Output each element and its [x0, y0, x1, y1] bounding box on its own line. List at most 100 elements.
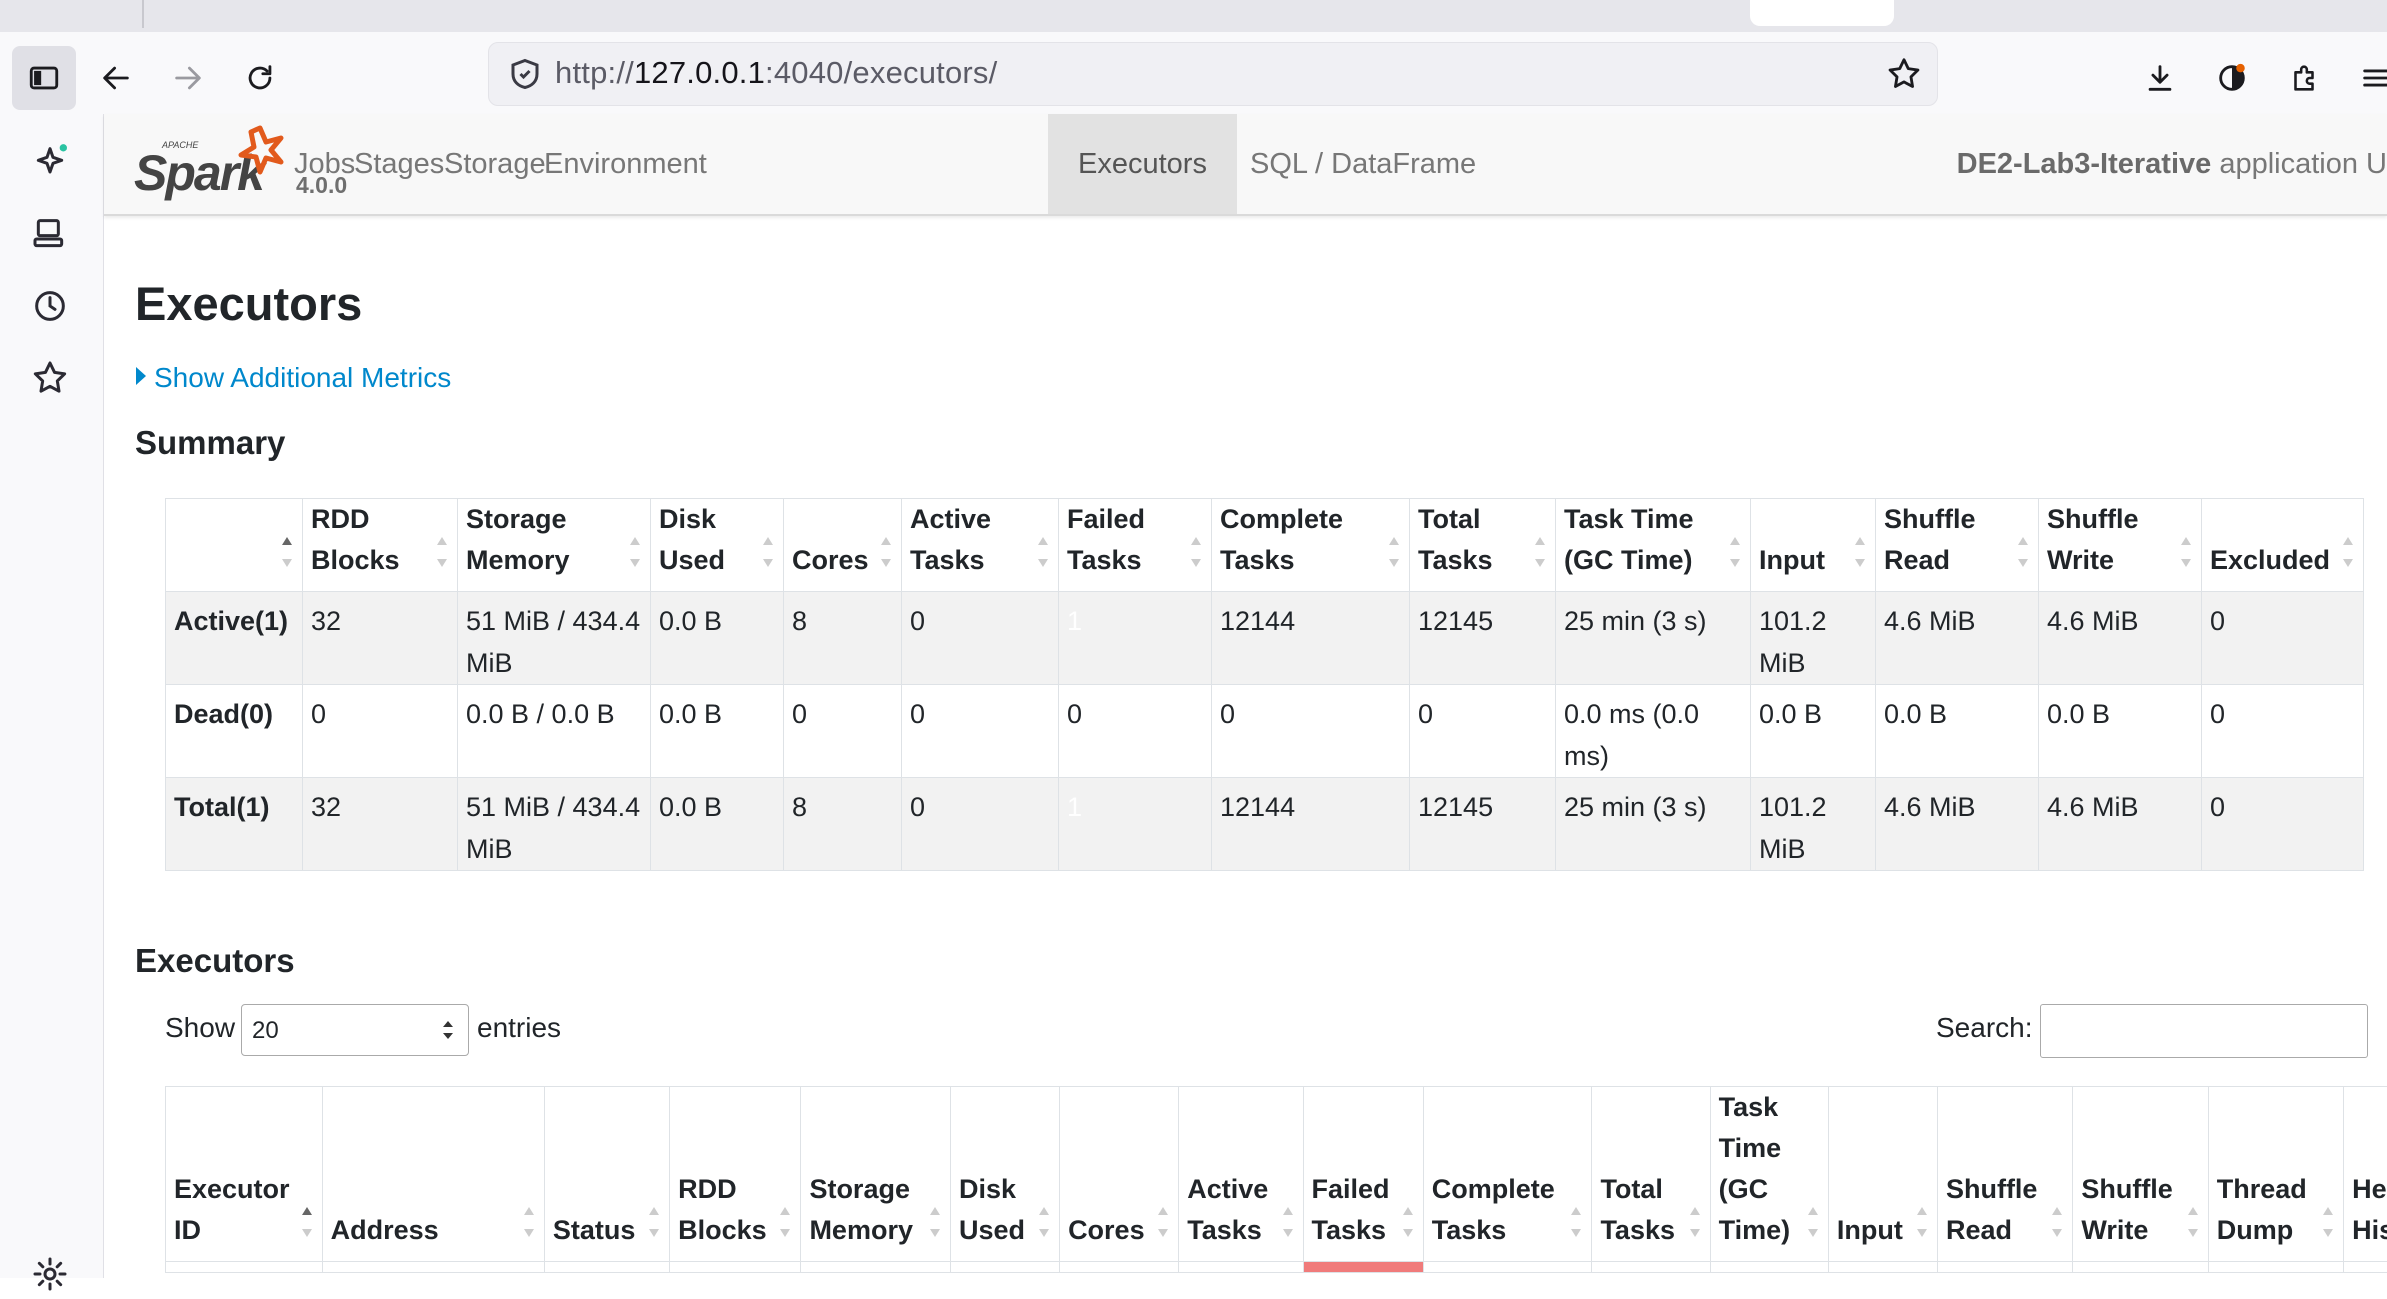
url-bar[interactable]: http://127.0.0.1:4040/executors/ [488, 42, 1938, 106]
summary-cell-shuffle-write: 4.6 MiB [2038, 591, 2202, 685]
sort-arrows-icon [1855, 537, 1865, 567]
executors-header-complete-tasks[interactable]: Complete Tasks [1422, 1086, 1593, 1262]
summary-cell-shuffle-write: 4.6 MiB [2038, 777, 2202, 871]
entries-per-page-select[interactable]: 20 [241, 1004, 469, 1056]
summary-cell-failed-tasks: 1 [1058, 777, 1212, 871]
active-browser-tab[interactable] [1750, 0, 1894, 26]
executors-header-status[interactable]: Status [543, 1086, 671, 1262]
app-name: DE2-Lab3-Iterative [1956, 148, 2212, 180]
summary-header-total-tasks[interactable]: Total Tasks [1409, 498, 1556, 592]
executors-header-executor-id[interactable]: Executor ID [165, 1086, 323, 1262]
executors-header-shuffle-read[interactable]: Shuffle Read [1936, 1086, 2074, 1262]
executors-header-task-time-gc-time[interactable]: Task Time (GC Time) [1709, 1086, 1829, 1262]
sort-arrows-icon [2181, 537, 2191, 567]
sort-arrows-icon [1038, 537, 1048, 567]
forward-button[interactable] [156, 46, 220, 110]
summary-table: RDD Blocks Storage Memory Disk Used Cores Ac… [165, 498, 2364, 871]
download-icon [2148, 65, 2172, 91]
summary-cell-task-time-gc-time: 25 min (3 s) [1555, 777, 1751, 871]
nav-executors[interactable]: Executors [1048, 114, 1237, 214]
site-info-shield-icon[interactable] [507, 56, 543, 92]
downloads-button[interactable] [2128, 46, 2192, 110]
sort-arrows-icon [1689, 1207, 1700, 1237]
summary-cell-rdd-blocks: 32 [302, 777, 458, 871]
show-additional-metrics-toggle[interactable]: Show Additional Metrics [136, 362, 451, 394]
summary-header-complete-tasks[interactable]: Complete Tasks [1211, 498, 1410, 592]
summary-header-shuffle-write[interactable]: Shuffle Write [2038, 498, 2202, 592]
executors-header-rdd-blocks[interactable]: RDD Blocks [669, 1086, 802, 1262]
sort-arrows-icon [630, 537, 640, 567]
executors-header-failed-tasks[interactable]: Failed Tasks [1302, 1086, 1424, 1262]
account-icon [2219, 63, 2245, 91]
executors-header-storage-memory[interactable]: Storage Memory [800, 1086, 951, 1262]
history-button[interactable] [30, 286, 70, 326]
executors-header-input[interactable]: Input [1827, 1086, 1938, 1262]
extensions-button[interactable] [2272, 46, 2336, 110]
executors-header-thread-dump[interactable]: Thread Dump [2207, 1086, 2345, 1262]
url-text[interactable]: http://127.0.0.1:4040/executors/ [555, 55, 997, 91]
bookmarks-button[interactable] [30, 358, 70, 398]
summary-cell-cores: 0 [783, 684, 902, 778]
executors-header-shuffle-write[interactable]: Shuffle Write [2072, 1086, 2209, 1262]
summary-header-failed-tasks[interactable]: Failed Tasks [1058, 498, 1212, 592]
sort-arrows-icon [1916, 1207, 1927, 1237]
summary-cell-input: 101.2 MiB [1750, 777, 1876, 871]
summary-row-label: Dead(0) [165, 684, 303, 778]
sort-arrows-icon [2323, 1207, 2334, 1237]
sort-arrows-icon [881, 537, 891, 567]
executors-header-address[interactable]: Address [321, 1086, 545, 1262]
summary-cell-excluded: 0 [2201, 777, 2364, 871]
summary-header-task-time-gc-time[interactable]: Task Time (GC Time) [1555, 498, 1751, 592]
summary-header-excluded[interactable]: Excluded [2201, 498, 2364, 592]
page-content: Executors Show Additional Metrics Summar… [104, 216, 2387, 1278]
select-updown-icon [443, 1021, 453, 1039]
reload-icon [248, 65, 272, 90]
application-title: DE2-Lab3-Iterative application U [1957, 114, 2387, 214]
account-button[interactable] [2200, 46, 2264, 110]
summary-header-rdd-blocks[interactable]: RDD Blocks [302, 498, 458, 592]
summary-cell-disk-used: 0.0 B [650, 591, 784, 685]
executors-header-active-tasks[interactable]: Active Tasks [1178, 1086, 1304, 1262]
clock-icon [35, 291, 65, 321]
summary-cell-rdd-blocks: 0 [302, 684, 458, 778]
browser-tab-strip [0, 0, 2387, 32]
sort-arrows-icon [780, 1207, 791, 1237]
summary-header-active-tasks[interactable]: Active Tasks [901, 498, 1059, 592]
back-button[interactable] [84, 46, 148, 110]
nav-sql-dataframe[interactable]: SQL / DataFrame [1220, 114, 1506, 214]
summary-row: Total(1) 32 51 MiB / 434.4 MiB 0.0 B 8 0 1 1214… [165, 777, 2364, 871]
sort-arrows-icon [649, 1207, 660, 1237]
search-label: Search: [1936, 1012, 2033, 1043]
summary-header-cores[interactable]: Cores [783, 498, 902, 592]
executors-header-heap-histo[interactable]: Heap Histo [2343, 1086, 2387, 1262]
executors-header-disk-used[interactable]: Disk Used [949, 1086, 1061, 1262]
sort-arrows-icon [301, 1207, 312, 1237]
synced-tabs-button[interactable] [30, 214, 70, 254]
summary-header-row-label[interactable] [165, 498, 303, 592]
sort-arrows-icon [523, 1207, 534, 1237]
executors-header-total-tasks[interactable]: Total Tasks [1591, 1086, 1711, 1262]
sort-arrows-icon [1535, 537, 1545, 567]
summary-header-input[interactable]: Input [1750, 498, 1876, 592]
sort-arrows-icon [1402, 1207, 1413, 1237]
summary-header-storage-memory[interactable]: Storage Memory [457, 498, 651, 592]
summary-header-shuffle-read[interactable]: Shuffle Read [1875, 498, 2039, 592]
sidebar-settings-button[interactable] [30, 1254, 70, 1294]
sort-arrows-icon [2187, 1207, 2198, 1237]
summary-cell-total-tasks: 0 [1409, 684, 1556, 778]
search-input[interactable] [2040, 1004, 2368, 1058]
sort-arrows-icon [1807, 1207, 1818, 1237]
sidebar-icon [29, 66, 59, 90]
bookmark-star-icon[interactable] [1885, 55, 1923, 93]
sort-arrows-icon [282, 537, 292, 567]
reload-button[interactable] [228, 46, 292, 110]
nav-environment[interactable]: Environment [514, 114, 737, 214]
executors-header-cores[interactable]: Cores [1059, 1086, 1180, 1262]
ai-chatbot-button[interactable] [30, 142, 70, 182]
sort-arrows-icon [1389, 537, 1399, 567]
sidebar-toggle-button[interactable] [12, 46, 76, 110]
summary-header-disk-used[interactable]: Disk Used [650, 498, 784, 592]
sort-arrows-icon [929, 1207, 940, 1237]
summary-cell-active-tasks: 0 [901, 591, 1059, 685]
menu-button[interactable] [2344, 46, 2387, 110]
